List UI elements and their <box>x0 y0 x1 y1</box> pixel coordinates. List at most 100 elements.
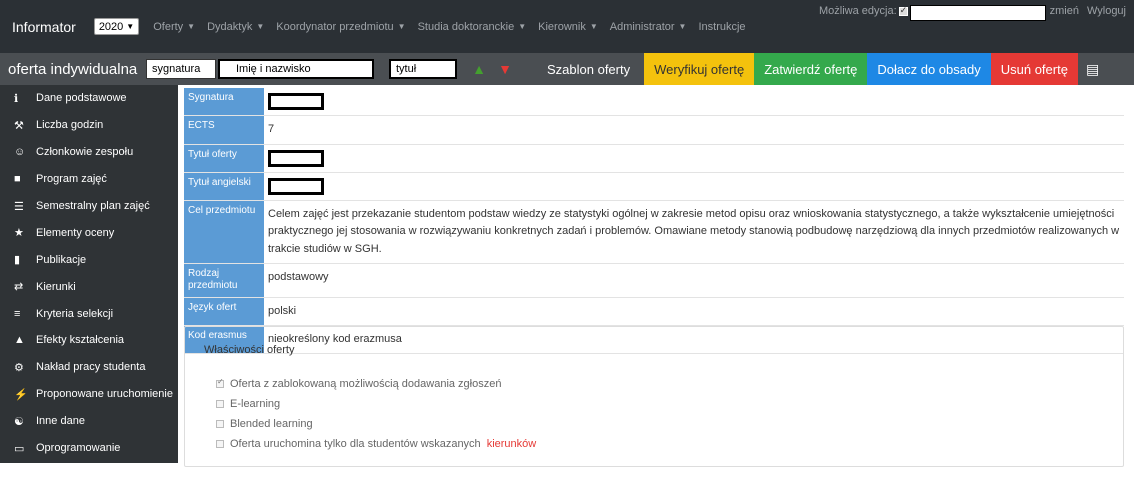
property-label: Oferta z zablokowaną możliwością dodawan… <box>230 378 502 390</box>
caret-down-icon: ▼ <box>187 22 196 31</box>
table-row: Sygnatura <box>184 88 1124 117</box>
pdf-icon[interactable]: ▤ <box>1078 53 1107 85</box>
row-label: Sygnatura <box>184 88 264 116</box>
year-value: 2020 <box>98 20 124 33</box>
property-blended-learning: Blended learning <box>216 418 313 430</box>
row-value <box>264 173 1124 200</box>
user-name-field <box>909 5 1046 21</box>
exchange-icon: ⇄ <box>14 281 24 294</box>
offer-title: oferta indywidualna <box>8 60 138 78</box>
briefcase-icon: ■ <box>14 173 21 186</box>
caret-down-icon: ▼ <box>518 22 527 31</box>
row-value <box>264 145 1124 172</box>
edit-area: Możliwa edycja: zmień Wyloguj <box>819 0 1134 53</box>
delete-button[interactable]: Usuń ofertę <box>990 53 1078 85</box>
row-label: Cel przedmiotu <box>184 201 264 263</box>
info-icon: ℹ <box>14 92 19 105</box>
sidebar-item-label: Proponowane uruchomienie <box>36 388 173 401</box>
edit-label: Możliwa edycja: <box>818 5 897 17</box>
title-input[interactable]: tytuł <box>389 59 457 79</box>
menu-instrukcje[interactable]: Instrukcje <box>698 21 745 33</box>
sidebar-item-label: Semestralny plan zajęć <box>36 200 150 212</box>
sidebar-item-label: Efekty kształcenia <box>36 334 125 347</box>
sidebar-item-label: Publikacje <box>36 253 87 266</box>
sidebar-item-program-zajec[interactable]: ■ Program zajęć <box>0 166 178 193</box>
row-value <box>264 88 1124 115</box>
menu-label: Koordynator przedmiotu <box>276 20 394 33</box>
table-row: ECTS 7 <box>184 116 1124 145</box>
row-value: polski <box>268 304 297 317</box>
sidebar-item-label: Oprogramowanie <box>36 442 121 455</box>
join-button[interactable]: Dołacz do obsady <box>867 53 991 85</box>
row-label: Tytuł angielski <box>184 172 264 201</box>
sidebar-item-label: Inne dane <box>36 415 85 428</box>
caret-down-icon: ▼ <box>678 22 687 31</box>
menu-label: Oferty <box>153 20 184 33</box>
brand-logo[interactable]: Informator <box>12 19 76 35</box>
change-link[interactable]: zmień <box>1050 5 1079 17</box>
row-label: Język ofert <box>184 297 264 325</box>
menu-administrator[interactable]: Administrator ▼ <box>610 21 687 33</box>
property-label: Oferta uruchomina tylko dla studentów ws… <box>230 438 481 450</box>
redacted-value <box>268 149 324 167</box>
sidebar-item-oprogramowanie[interactable]: ▭ Oprogramowanie <box>0 435 178 462</box>
sidebar-item-label: Program zajęć <box>36 173 107 186</box>
template-button[interactable]: Szablon oferty <box>537 53 640 85</box>
table-row: Język ofert polski <box>184 297 1124 326</box>
caret-down-icon: ▼ <box>126 22 135 31</box>
sidebar-item-label: Kryteria selekcji <box>36 307 114 320</box>
name-input[interactable]: Imię i nazwisko <box>218 59 374 79</box>
row-label: ECTS <box>184 116 264 144</box>
sidebar-item-semestralny-plan[interactable]: ☰ Semestralny plan zajęć <box>0 193 178 220</box>
sidebar-item-elementy-oceny[interactable]: ★ Elementy oceny <box>0 219 178 246</box>
checkbox[interactable] <box>216 420 224 428</box>
sidebar-item-proponowane-uruchomienie[interactable]: ⚡ Proponowane uruchomienie <box>0 381 178 408</box>
row-label: Rodzaj przedmiotu <box>184 263 264 297</box>
sidebar-item-efekty-ksztalcenia[interactable]: ▲ Efekty kształcenia <box>0 327 178 354</box>
programs-link[interactable]: kierunków <box>487 438 537 450</box>
thumbs-down-icon[interactable]: ▼ <box>495 59 515 79</box>
sidebar-item-kierunki[interactable]: ⇄ Kierunki <box>0 273 178 300</box>
logout-link[interactable]: Wyloguj <box>1087 5 1126 17</box>
menu-label: Dydaktyk <box>207 20 253 33</box>
sidebar-item-liczba-godzin[interactable]: ⚒ Liczba godzin <box>0 112 178 139</box>
properties-title: Właściwości oferty <box>204 344 295 356</box>
sidebar-item-inne-dane[interactable]: ☯ Inne dane <box>0 408 178 435</box>
table-row: Tytuł angielski <box>184 172 1124 202</box>
menu-koordynator[interactable]: Koordynator przedmiotu ▼ <box>276 21 405 33</box>
main-menu: Oferty ▼ Dydaktyk ▼ Koordynator przedmiotu… <box>153 21 757 33</box>
row-value: 7 <box>268 123 275 136</box>
sidebar-item-kryteria-selekcji[interactable]: ≡ Kryteria selekcji <box>0 300 178 327</box>
checkbox[interactable] <box>216 440 224 448</box>
property-selected-programs: Oferta uruchomina tylko dla studentów ws… <box>216 438 536 450</box>
table-row: Tytuł oferty <box>184 144 1124 173</box>
handshake-icon: ☯ <box>14 415 24 428</box>
menu-label: Studia doktoranckie <box>417 20 515 33</box>
menu-oferty[interactable]: Oferty ▼ <box>153 21 195 33</box>
verify-button[interactable]: Weryfikuj ofertę <box>644 53 755 85</box>
monitor-icon: ▭ <box>14 442 25 455</box>
redacted-value <box>268 93 324 110</box>
list-icon: ☰ <box>14 200 24 213</box>
edit-checkbox[interactable] <box>898 5 908 16</box>
menu-studia-doktoranckie[interactable]: Studia doktoranckie ▼ <box>418 21 527 33</box>
checkbox[interactable] <box>216 377 224 388</box>
thumbs-up-icon[interactable]: ▲ <box>469 59 489 79</box>
sidebar-item-label: Dane podstawowe <box>36 92 127 105</box>
sidebar-item-publikacje[interactable]: ▮ Publikacje <box>0 246 178 273</box>
sidebar-item-label: Członkowie zespołu <box>36 146 134 159</box>
users-icon: ☺ <box>14 146 26 159</box>
checkbox[interactable] <box>216 400 224 408</box>
caret-down-icon: ▼ <box>256 22 265 31</box>
menu-kierownik[interactable]: Kierownik ▼ <box>538 21 598 33</box>
table-row: Rodzaj przedmiotu podstawowy <box>184 263 1124 298</box>
signature-input[interactable]: sygnatura <box>146 59 216 79</box>
row-value: podstawowy <box>268 270 329 283</box>
approve-button[interactable]: Zatwierdź ofertę <box>754 53 868 85</box>
sidebar-item-naklad-pracy[interactable]: ⚙ Nakład pracy studenta <box>0 354 178 381</box>
sidebar-item-czlonkowie-zespolu[interactable]: ☺ Członkowie zespołu <box>0 139 178 166</box>
sidebar-item-dane-podstawowe[interactable]: ℹ Dane podstawowe <box>0 85 178 112</box>
year-select[interactable]: 2020 ▼ <box>93 18 140 35</box>
sort-icon: ≡ <box>14 307 21 320</box>
menu-dydaktyk[interactable]: Dydaktyk ▼ <box>207 21 264 33</box>
